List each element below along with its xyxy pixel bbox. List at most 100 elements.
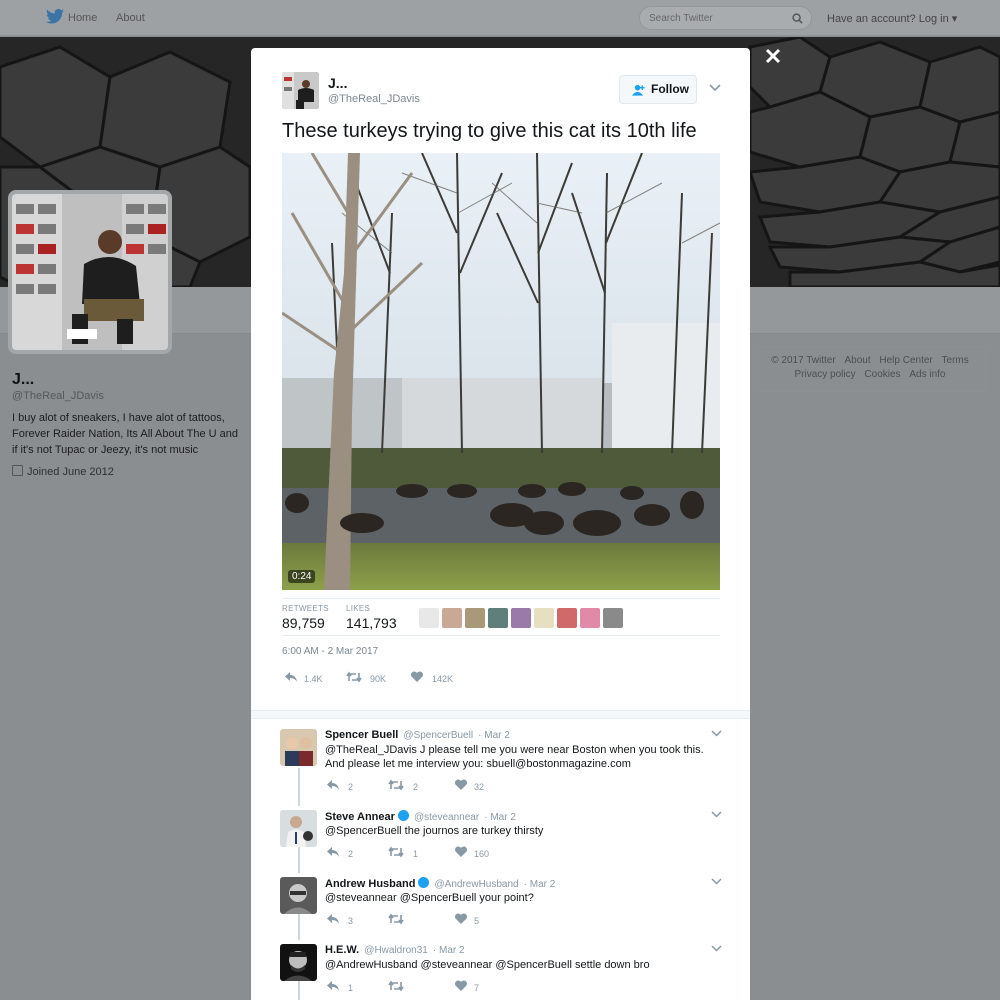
- follow-label: Follow: [651, 82, 689, 96]
- retweet-count: 90K: [370, 674, 387, 684]
- heart-icon: [454, 980, 468, 991]
- like-count: 32: [474, 782, 485, 792]
- reply-author-name[interactable]: Spencer Buell: [325, 729, 398, 741]
- liker-avatar[interactable]: [603, 608, 623, 628]
- liker-avatar[interactable]: [511, 608, 531, 628]
- reply-icon: [327, 914, 339, 924]
- heart-icon: [410, 671, 424, 682]
- footer-help-link[interactable]: Help Center: [879, 355, 932, 366]
- footer-cookies-link[interactable]: Cookies: [864, 369, 900, 380]
- retweet-icon: [388, 846, 404, 858]
- profile-name[interactable]: J...: [12, 371, 34, 389]
- reply-avatar[interactable]: [280, 877, 317, 914]
- reply-avatar[interactable]: [280, 729, 317, 766]
- footer-about-link[interactable]: About: [844, 355, 870, 366]
- reply-avatar[interactable]: [280, 810, 317, 847]
- reply-actions: 2 2 32: [326, 779, 626, 793]
- reply-icon: [327, 981, 339, 991]
- tweet-timestamp[interactable]: 6:00 AM - 2 Mar 2017: [282, 646, 378, 657]
- chevron-down-icon[interactable]: [711, 945, 722, 952]
- login-link[interactable]: Have an account? Log in ▾: [827, 12, 957, 25]
- retweet-icon: [388, 779, 404, 791]
- thread-line: [298, 912, 300, 940]
- reply-author-handle[interactable]: @steveannear: [414, 812, 479, 823]
- tweet-text: These turkeys trying to give this cat it…: [282, 120, 697, 142]
- reply-count: 2: [348, 849, 354, 859]
- verified-badge-icon: [418, 877, 430, 888]
- tweet-stats: RETWEETS 89,759 LIKES 141,793: [282, 598, 720, 636]
- likes-count[interactable]: 141,793: [346, 615, 397, 631]
- reply-header: Spencer Buell @SpencerBuell · Mar 2: [325, 729, 510, 741]
- close-icon[interactable]: [763, 46, 783, 66]
- profile-avatar[interactable]: [8, 190, 172, 354]
- login-label: Have an account? Log in: [827, 13, 949, 25]
- footer-ads-link[interactable]: Ads info: [909, 369, 945, 380]
- reply-author-name[interactable]: Steve Annear: [325, 811, 395, 823]
- tweet-author-avatar[interactable]: [282, 72, 319, 109]
- reply-count: 1.4K: [304, 674, 323, 684]
- retweet-icon: [388, 913, 404, 925]
- tweet-author-handle[interactable]: @TheReal_JDavis: [328, 93, 420, 105]
- footer-copyright: © 2017 Twitter: [771, 355, 836, 366]
- liker-avatar[interactable]: [580, 608, 600, 628]
- calendar-icon: [12, 465, 23, 476]
- retweets-count[interactable]: 89,759: [282, 615, 325, 631]
- chevron-down-icon[interactable]: [711, 811, 722, 818]
- reply-date[interactable]: · Mar 2: [433, 945, 465, 956]
- thread-line: [298, 768, 300, 806]
- reply-header: Andrew Husband @AndrewHusband · Mar 2: [325, 877, 555, 890]
- reply-actions: 2 1 160: [326, 846, 626, 860]
- chevron-down-icon[interactable]: [709, 84, 721, 92]
- video-duration: 0:24: [288, 570, 316, 583]
- heart-icon: [454, 913, 468, 924]
- reply-header: H.E.W. @Hwaldron31 · Mar 2: [325, 944, 465, 956]
- reply-author-handle[interactable]: @AndrewHusband: [435, 879, 519, 890]
- reply-author-name[interactable]: Andrew Husband: [325, 878, 415, 890]
- thread-line: [298, 845, 300, 873]
- retweets-label: RETWEETS: [282, 604, 329, 613]
- heart-icon: [454, 779, 468, 790]
- reply-date[interactable]: · Mar 2: [484, 812, 516, 823]
- reply-count: 3: [348, 916, 354, 926]
- tweet-actions: 1.4K 90K 142K: [284, 671, 584, 687]
- profile-joined: Joined June 2012: [12, 465, 114, 478]
- follow-button[interactable]: Follow: [619, 75, 697, 104]
- retweet-count: 2: [413, 782, 419, 792]
- chevron-down-icon[interactable]: [711, 730, 722, 737]
- liker-avatar[interactable]: [442, 608, 462, 628]
- reply-actions: 1 7: [326, 980, 626, 994]
- like-count: 5: [474, 916, 480, 926]
- video-frame: [282, 153, 720, 590]
- tweet-modal: J... @TheReal_JDavis Follow These turkey…: [251, 48, 750, 1000]
- reply-count: 2: [348, 782, 354, 792]
- tweet-video[interactable]: 0:24: [282, 153, 720, 590]
- liker-avatar[interactable]: [419, 608, 439, 628]
- replies-separator: [251, 710, 750, 719]
- footer-links: © 2017 Twitter About Help Center Terms P…: [754, 346, 986, 392]
- reply-icon: [285, 672, 297, 682]
- liker-avatar[interactable]: [465, 608, 485, 628]
- search-icon[interactable]: [792, 13, 803, 24]
- nav-home-link[interactable]: Home: [68, 12, 97, 24]
- footer-terms-link[interactable]: Terms: [942, 355, 969, 366]
- reply-author-handle[interactable]: @SpencerBuell: [403, 730, 473, 741]
- search-box: [639, 6, 812, 30]
- follow-user-icon: [632, 84, 645, 96]
- search-input[interactable]: [649, 11, 789, 26]
- liker-avatar[interactable]: [534, 608, 554, 628]
- profile-handle[interactable]: @TheReal_JDavis: [12, 390, 104, 402]
- liker-avatar[interactable]: [557, 608, 577, 628]
- nav-about-link[interactable]: About: [116, 12, 145, 24]
- reply-author-handle[interactable]: @Hwaldron31: [364, 945, 428, 956]
- liker-avatar[interactable]: [488, 608, 508, 628]
- reply-avatar[interactable]: [280, 944, 317, 981]
- chevron-down-icon[interactable]: [711, 878, 722, 885]
- tweet-author-name[interactable]: J...: [328, 75, 347, 91]
- twitter-bird-icon[interactable]: [46, 9, 64, 24]
- reply-author-name[interactable]: H.E.W.: [325, 944, 359, 956]
- likes-label: LIKES: [346, 604, 371, 613]
- reply-date[interactable]: · Mar 2: [524, 879, 556, 890]
- reply-actions: 3 5: [326, 913, 626, 927]
- reply-date[interactable]: · Mar 2: [478, 730, 510, 741]
- footer-privacy-link[interactable]: Privacy policy: [795, 369, 856, 380]
